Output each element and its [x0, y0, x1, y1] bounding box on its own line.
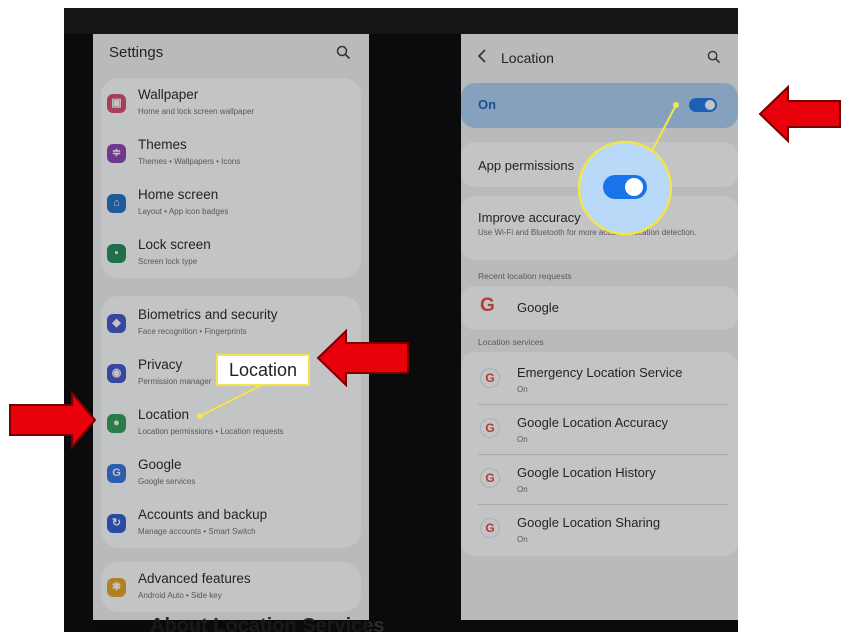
red-arrow-left-pointer: [9, 390, 97, 450]
callout-leader-line: [199, 384, 263, 417]
magnifier-leader-line: [649, 104, 677, 156]
red-arrow-location-label: [316, 328, 409, 388]
location-callout-label: Location: [216, 354, 310, 386]
magnifier-dot: [673, 102, 679, 108]
annotation-layer: [9, 84, 841, 450]
red-arrow-toggle: [758, 84, 841, 144]
callout-dot: [197, 413, 203, 419]
magnified-toggle-knob: [625, 178, 643, 196]
